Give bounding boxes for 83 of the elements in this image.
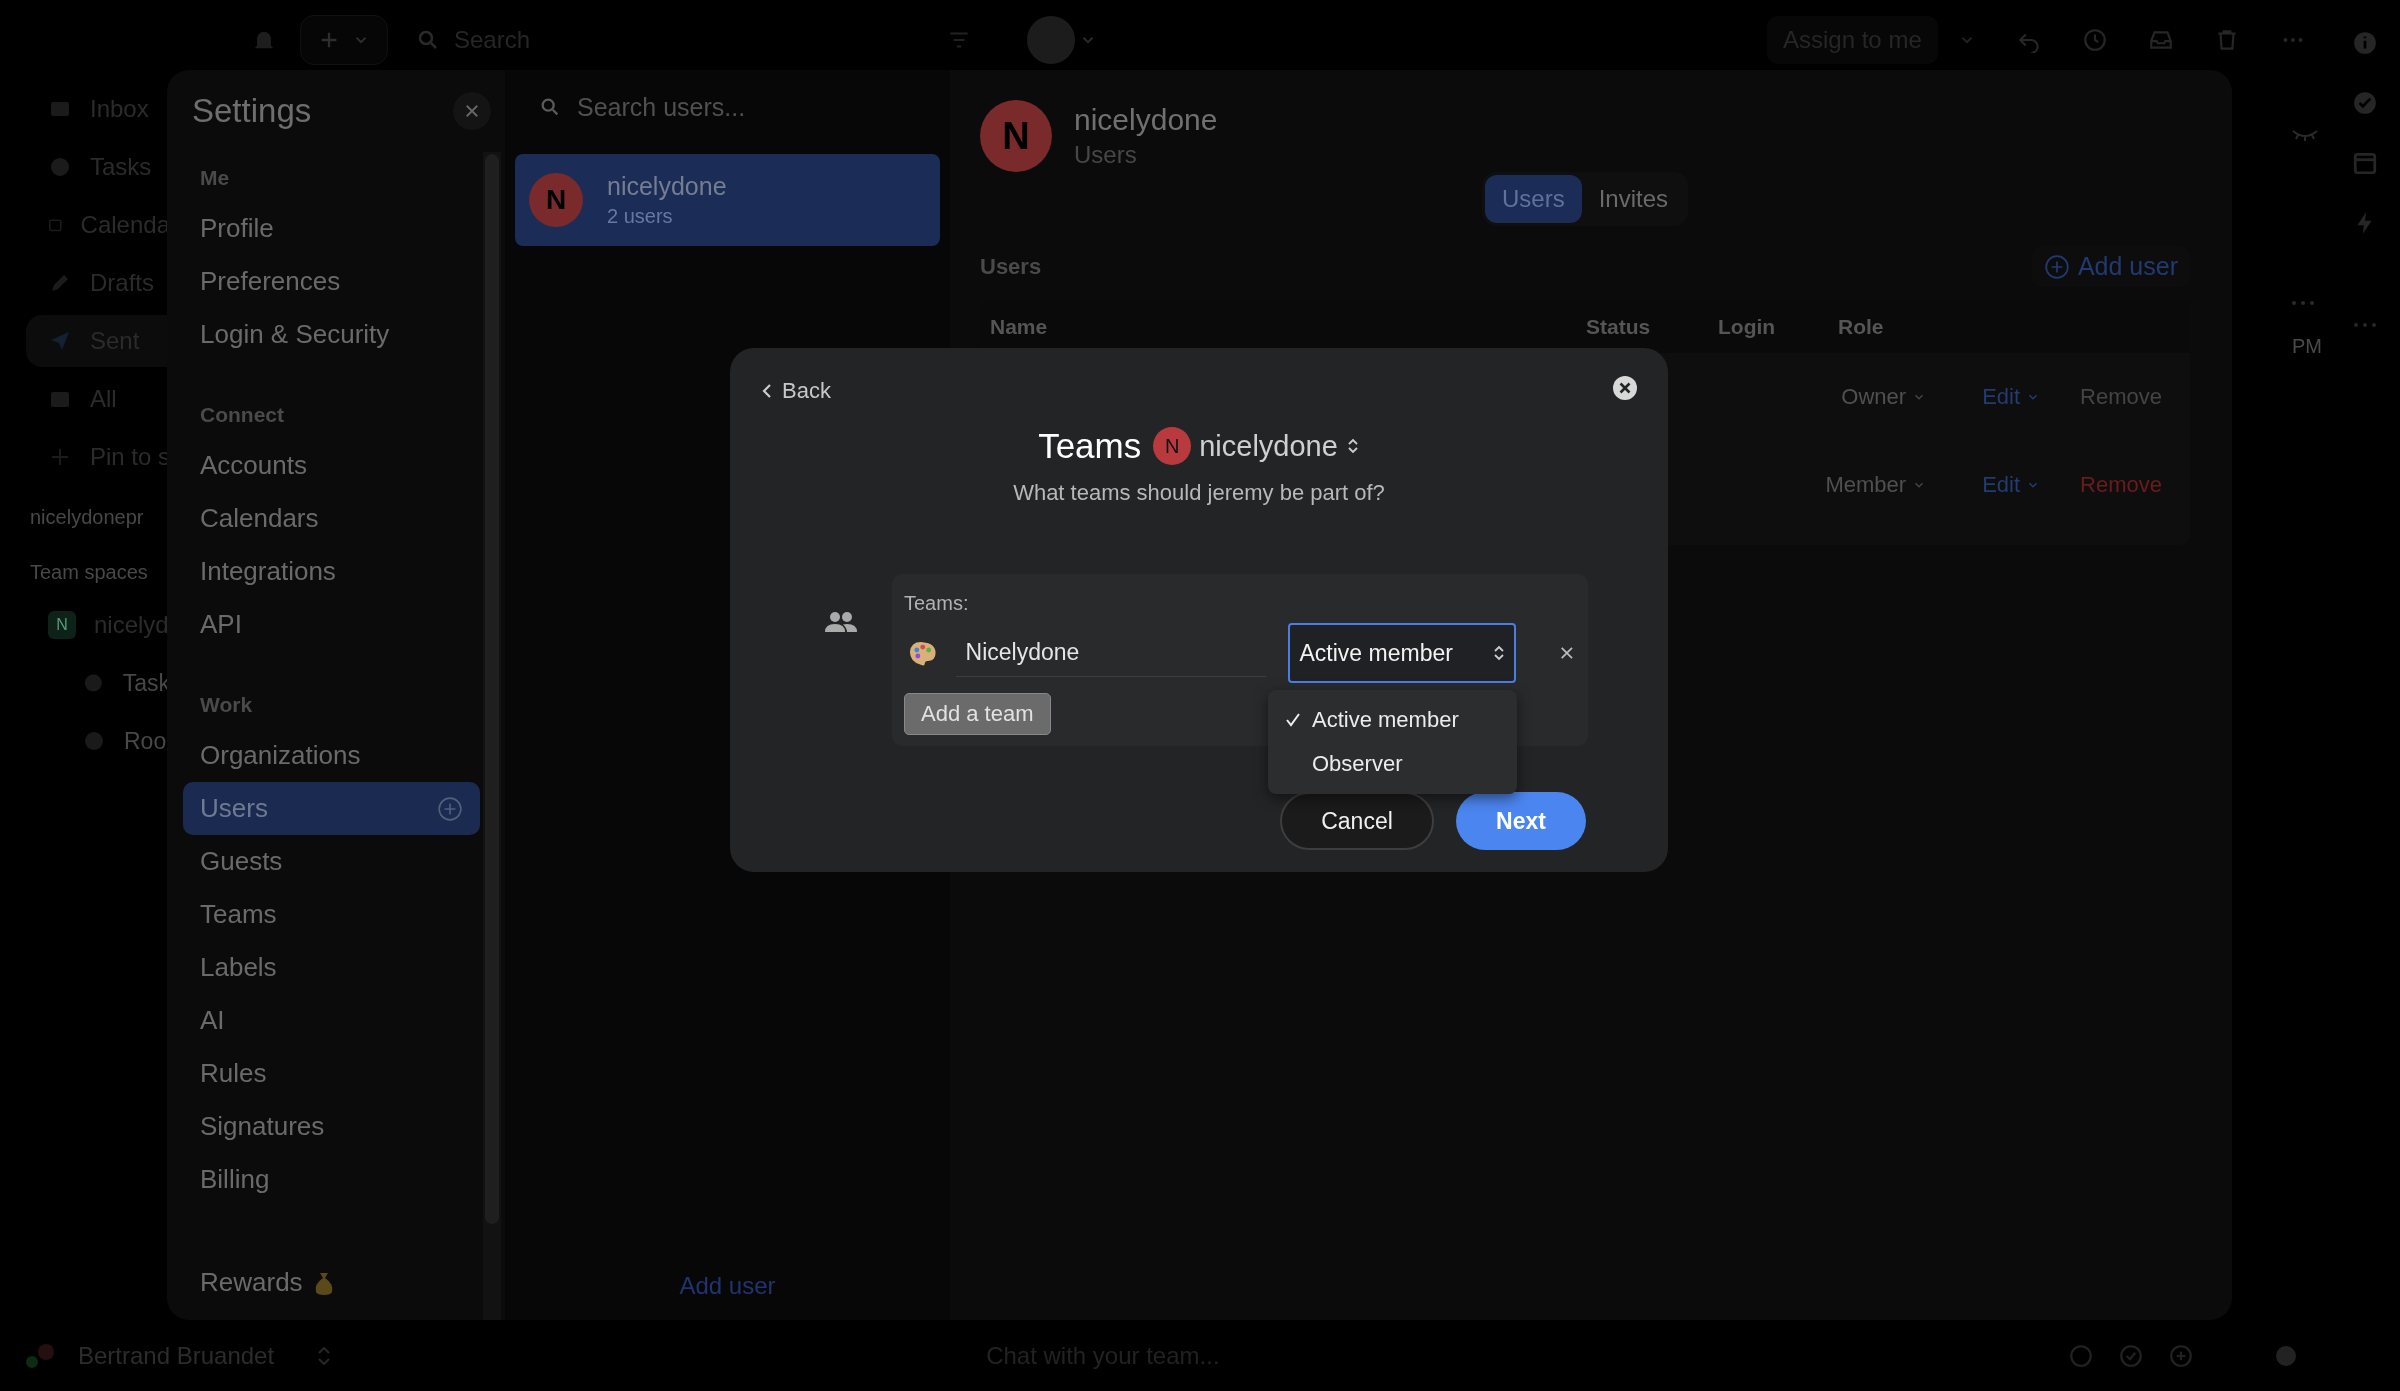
search-field[interactable]: Search users... [515, 70, 940, 144]
user-count: 2 users [607, 205, 674, 228]
check-circle-icon[interactable] [2118, 1342, 2145, 1369]
section-label: Me [199, 166, 231, 190]
menu-item[interactable]: Observer [1268, 742, 1517, 786]
more-icon[interactable] [2352, 320, 2378, 330]
settings-nav-item[interactable]: Rewards [183, 1256, 480, 1309]
sidebar-item[interactable]: Task [70, 657, 170, 709]
settings-nav-item[interactable]: AI [183, 994, 480, 1047]
add-team-button[interactable]: Add a team [904, 693, 1051, 735]
role-select[interactable]: Active member [1287, 623, 1517, 683]
avatar: N [980, 100, 1052, 172]
settings-nav-item[interactable]: Integrations [183, 545, 480, 598]
organization-name: nicelydone [607, 172, 727, 201]
plus-circle-icon[interactable] [437, 795, 463, 822]
info-icon[interactable] [2352, 30, 2378, 56]
subtitle: Users [1074, 141, 1138, 169]
avatar[interactable] [1027, 16, 1075, 64]
menu-item-label: Observer [1312, 751, 1403, 777]
calendar-icon[interactable] [2352, 150, 2378, 176]
close-icon[interactable] [1558, 644, 1576, 662]
chevron-left-icon [760, 382, 774, 400]
settings-nav-item[interactable]: Users [183, 782, 480, 835]
column-header: Status [1586, 315, 1651, 339]
settings-nav-item[interactable]: Signatures [183, 1100, 480, 1153]
people-icon [824, 610, 858, 634]
dialog-title: Teams [1038, 426, 1142, 466]
column-header: Role [1838, 315, 1884, 339]
up-down-icon [1345, 436, 1360, 456]
role-dropdown[interactable]: Member [1825, 472, 1927, 498]
settings-nav-item[interactable]: Teams [183, 888, 480, 941]
column-header: Name [990, 315, 1048, 339]
team-name-field[interactable]: Nicelydone [955, 629, 1266, 677]
settings-nav-item[interactable]: Billing [183, 1153, 480, 1206]
menu-item-label: Active member [1312, 707, 1459, 733]
sidebar-item[interactable]: Roo [70, 715, 170, 767]
settings-nav-item[interactable]: Accounts [183, 439, 480, 492]
settings-nav-item[interactable]: Rules [183, 1047, 480, 1100]
section-title: Users [980, 253, 1042, 280]
next-button[interactable]: Next [1456, 792, 1586, 850]
close-icon [463, 102, 481, 120]
plus-circle-icon [2043, 253, 2070, 280]
team-avatar: N [48, 611, 76, 639]
avatar: N [529, 173, 583, 227]
menu-item[interactable]: Active member [1268, 698, 1517, 742]
column-header: Login [1718, 315, 1776, 339]
plus-circle-icon[interactable] [2168, 1342, 2195, 1369]
field-label: Teams: [904, 592, 970, 615]
search-icon [539, 96, 561, 118]
close-button[interactable] [1612, 375, 1638, 401]
settings-title: Settings [192, 92, 312, 130]
section-label: Work [199, 693, 254, 717]
settings-nav-item[interactable]: Profile [183, 202, 480, 255]
settings-nav-item[interactable]: Labels [183, 941, 480, 994]
workspace-label: nicelydonepr [30, 506, 145, 529]
clock-icon[interactable] [2081, 27, 2108, 53]
more-icon[interactable] [2290, 298, 2316, 308]
role-dropdown[interactable]: Owner [1841, 384, 1927, 410]
dialog-question: What teams should jeremy be part of? [1012, 480, 1386, 506]
sidebar-item-icon [48, 155, 72, 179]
close-icon [1612, 375, 1638, 401]
settings-nav-item[interactable]: Preferences [183, 255, 480, 308]
section-label: Connect [199, 403, 285, 427]
settings-nav-item[interactable]: API [183, 598, 480, 651]
tab[interactable]: Users [1484, 175, 1582, 223]
cancel-button[interactable]: Cancel [1280, 792, 1434, 850]
settings-nav-item[interactable]: Calendars [183, 492, 480, 545]
up-down-icon [1492, 643, 1507, 663]
tab[interactable]: Invites [1581, 175, 1685, 223]
section-label: Team spaces [30, 561, 149, 584]
search-input[interactable]: Search users... [575, 91, 901, 123]
back-button[interactable]: Back [760, 378, 831, 404]
new-button[interactable] [300, 15, 388, 65]
check-circle-icon[interactable] [2352, 90, 2378, 116]
organization-name: nicelydone [1074, 103, 1218, 137]
avatar: N [1153, 427, 1192, 465]
settings-nav-item[interactable]: Login & Security [183, 308, 480, 361]
organization-selector[interactable]: nicelydone [1199, 429, 1360, 463]
settings-nav-item[interactable]: Organizations [183, 729, 480, 782]
time-label: PM [2292, 335, 2322, 358]
palette-icon [908, 640, 938, 666]
organization-item[interactable]: N nicelydone 2 users [515, 154, 940, 246]
settings-nav-item[interactable]: Guests [183, 835, 480, 888]
